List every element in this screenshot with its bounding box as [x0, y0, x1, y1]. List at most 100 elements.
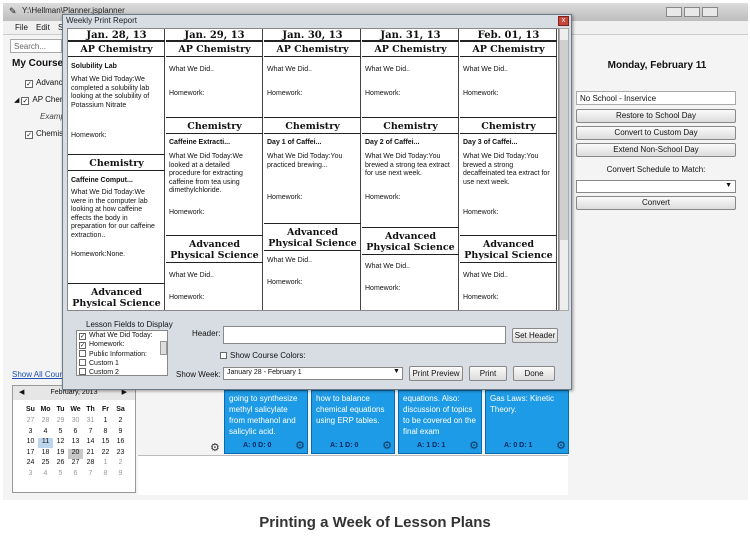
- gear-icon[interactable]: ⚙: [382, 441, 392, 452]
- lesson-tile[interactable]: how to balance chemical equations using …: [311, 390, 395, 454]
- lesson-fields-label: Lesson Fields to Display: [86, 320, 173, 329]
- calendar-day[interactable]: 4: [38, 470, 53, 480]
- convert-button[interactable]: Convert: [576, 196, 736, 210]
- show-week-label: Show Week:: [176, 370, 221, 379]
- calendar-day[interactable]: 25: [38, 459, 53, 469]
- set-header-button[interactable]: Set Header: [512, 328, 558, 343]
- search-input[interactable]: Search...: [10, 39, 62, 53]
- calendar-day[interactable]: 31: [83, 417, 98, 427]
- calendar-day[interactable]: 18: [38, 449, 53, 459]
- calendar-day[interactable]: 5: [53, 470, 68, 480]
- homework-text: Homework:: [365, 194, 401, 201]
- show-week-select[interactable]: January 28 - February 1: [223, 367, 403, 380]
- calendar-day[interactable]: 21: [83, 449, 98, 459]
- calendar-day[interactable]: 10: [23, 438, 38, 448]
- maximize-icon[interactable]: [684, 7, 700, 17]
- calendar-day[interactable]: 16: [113, 438, 128, 448]
- calendar-day[interactable]: 15: [98, 438, 113, 448]
- field-custom-2[interactable]: Custom 2: [79, 368, 119, 376]
- course-item-advanced[interactable]: ✓ Advance: [25, 78, 67, 88]
- gear-icon[interactable]: ⚙: [210, 441, 220, 454]
- calendar-day[interactable]: 6: [68, 428, 83, 438]
- preview-scroll-thumb[interactable]: [560, 40, 568, 240]
- close-window-icon[interactable]: [702, 7, 718, 17]
- calendar-day[interactable]: 29: [53, 417, 68, 427]
- lesson-tile[interactable]: going to synthesize methyl salicylate fr…: [224, 390, 308, 454]
- calendar-day[interactable]: 19: [53, 449, 68, 459]
- calendar-day[interactable]: 6: [68, 470, 83, 480]
- done-button[interactable]: Done: [513, 366, 555, 381]
- calendar-day[interactable]: 20: [68, 448, 83, 459]
- calendar-day[interactable]: 3: [23, 428, 38, 438]
- calendar-day[interactable]: 1: [98, 417, 113, 427]
- calendar-day[interactable]: 9: [113, 428, 128, 438]
- course-section-title: Chemistry: [264, 121, 361, 134]
- calendar-day[interactable]: 27: [68, 459, 83, 469]
- calendar-day[interactable]: 22: [98, 449, 113, 459]
- fields-scrollbar[interactable]: [160, 341, 167, 355]
- calendar-day[interactable]: 7: [83, 470, 98, 480]
- calendar-day[interactable]: 5: [53, 428, 68, 438]
- collapse-icon[interactable]: ◢: [14, 97, 19, 104]
- gear-icon[interactable]: ⚙: [556, 441, 566, 452]
- course-checkbox[interactable]: ✓: [25, 80, 33, 88]
- field-homework[interactable]: ✓ Homework:: [79, 341, 124, 349]
- calendar-day[interactable]: 2: [113, 459, 128, 469]
- extend-non-school-day-button[interactable]: Extend Non-School Day: [576, 143, 736, 157]
- checkbox-box[interactable]: [220, 352, 227, 359]
- calendar-day[interactable]: 28: [38, 417, 53, 427]
- course-item-chemistry[interactable]: ✓ Chemist: [25, 129, 65, 139]
- calendar-day[interactable]: 8: [98, 470, 113, 480]
- gear-icon[interactable]: ⚙: [469, 441, 479, 452]
- course-checkbox[interactable]: ✓: [25, 131, 33, 139]
- menu-file[interactable]: File: [15, 23, 28, 32]
- calendar-day[interactable]: 26: [53, 459, 68, 469]
- convert-schedule-select[interactable]: ▼: [576, 180, 736, 193]
- lesson-tile[interactable]: Gas Laws: Kinetic Theory. A: 0 D: 1 ⚙: [485, 390, 569, 454]
- calendar-day[interactable]: 2: [113, 417, 128, 427]
- section-divider: [68, 154, 165, 155]
- field-checkbox[interactable]: ✓: [79, 342, 86, 349]
- close-icon[interactable]: x: [558, 16, 569, 26]
- prev-month-icon[interactable]: ◀: [19, 388, 24, 396]
- field-what-we-did[interactable]: ✓ What We Did Today:: [79, 332, 153, 340]
- print-button[interactable]: Print: [469, 366, 507, 381]
- field-checkbox[interactable]: [79, 368, 86, 375]
- calendar-day[interactable]: 11: [38, 438, 53, 448]
- calendar-day[interactable]: 7: [83, 428, 98, 438]
- minimize-icon[interactable]: [666, 7, 682, 17]
- print-preview-button[interactable]: Print Preview: [409, 366, 463, 381]
- no-school-reason-input[interactable]: No School - Inservice: [576, 91, 736, 105]
- restore-school-day-button[interactable]: Restore to School Day: [576, 109, 736, 123]
- menu-edit[interactable]: Edit: [36, 23, 50, 32]
- header-input[interactable]: [223, 326, 506, 344]
- field-public-info[interactable]: Public Information:: [79, 350, 147, 358]
- course-section-title: Advanced Physical Science: [166, 239, 263, 263]
- field-custom-1[interactable]: Custom 1: [79, 359, 119, 367]
- calendar-day[interactable]: 30: [68, 417, 83, 427]
- calendar-day[interactable]: 17: [23, 449, 38, 459]
- calendar-day[interactable]: 23: [113, 449, 128, 459]
- course-checkbox[interactable]: ✓: [21, 97, 30, 105]
- show-course-colors-checkbox[interactable]: Show Course Colors:: [220, 351, 306, 360]
- field-checkbox[interactable]: ✓: [79, 333, 86, 340]
- calendar-day[interactable]: 9: [113, 470, 128, 480]
- calendar-day[interactable]: 28: [83, 459, 98, 469]
- show-all-courses-link[interactable]: Show All Cour: [12, 370, 62, 379]
- calendar-day[interactable]: 24: [23, 459, 38, 469]
- calendar-day[interactable]: 1: [98, 459, 113, 469]
- calendar-day[interactable]: 8: [98, 428, 113, 438]
- calendar-day[interactable]: 3: [23, 470, 38, 480]
- lesson-tile[interactable]: equations. Also: discussion of topics to…: [398, 390, 482, 454]
- calendar-day[interactable]: 13: [68, 438, 83, 448]
- gear-icon[interactable]: ⚙: [295, 441, 305, 452]
- calendar-day[interactable]: 12: [53, 438, 68, 448]
- course-item-ap-chem[interactable]: ◢ ✓ AP Cher: [14, 95, 62, 105]
- convert-custom-day-button[interactable]: Convert to Custom Day: [576, 126, 736, 140]
- course-section-title: AP Chemistry: [460, 44, 557, 57]
- calendar-day[interactable]: 14: [83, 438, 98, 448]
- calendar-day[interactable]: 27: [23, 417, 38, 427]
- field-checkbox[interactable]: [79, 359, 86, 366]
- calendar-day[interactable]: 4: [38, 428, 53, 438]
- field-checkbox[interactable]: [79, 350, 86, 357]
